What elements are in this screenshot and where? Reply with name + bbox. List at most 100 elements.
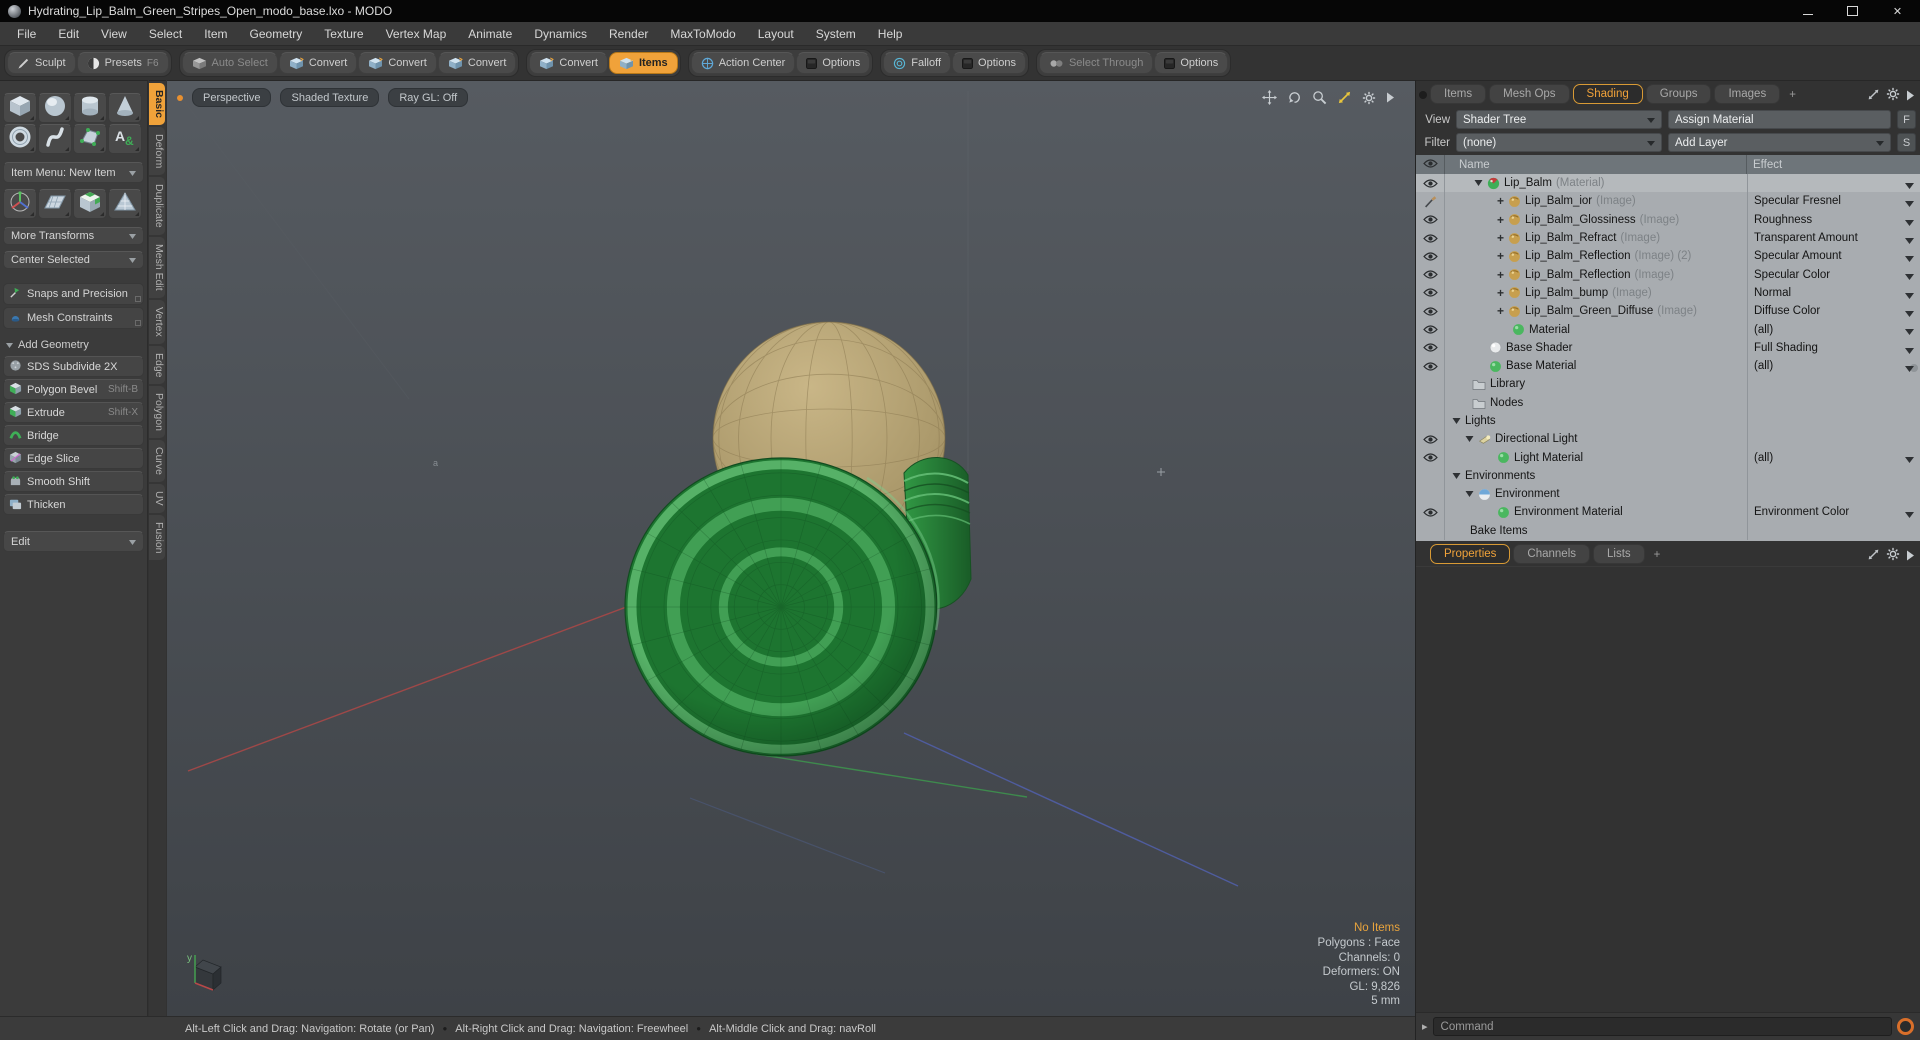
effect-dropdown-icon[interactable]	[1905, 253, 1914, 265]
perspective-button[interactable]: Perspective	[192, 88, 272, 107]
tree-row-lip-balm-ior[interactable]: + Lip_Balm_ior (Image) Specular Fresnel	[1416, 192, 1920, 211]
effect-dropdown-icon[interactable]	[1905, 454, 1914, 466]
tree-row-base-shader[interactable]: Base Shader Full Shading	[1416, 338, 1920, 357]
visibility-eye-icon[interactable]	[1416, 430, 1445, 449]
smooth-shift-button[interactable]: Smooth Shift	[3, 471, 144, 492]
collapse-triangle-icon[interactable]	[1452, 472, 1461, 480]
tree-row-lip-balm-reflection[interactable]: + Lip_Balm_Reflection (Image) Specular Colo…	[1416, 265, 1920, 284]
tab-fusion[interactable]: Fusion	[149, 514, 165, 561]
visibility-eye-icon[interactable]	[1416, 503, 1445, 522]
panel-menu-arrow-icon[interactable]	[1906, 548, 1915, 566]
effect-dropdown-icon[interactable]	[1905, 509, 1914, 521]
gizmo-primitive-button[interactable]	[3, 189, 37, 219]
torus-primitive-button[interactable]	[3, 124, 37, 154]
command-history-icon[interactable]	[1897, 1018, 1914, 1035]
presets-button[interactable]: Presets F6	[76, 52, 169, 74]
tab-mesh-ops[interactable]: Mesh Ops	[1489, 84, 1570, 104]
edit-dropdown[interactable]: Edit	[3, 531, 144, 552]
snaps-and-precision-button[interactable]: Snaps and Precision	[3, 283, 144, 305]
convert-button[interactable]: Convert	[529, 52, 608, 74]
expand-panel-icon[interactable]	[1867, 548, 1880, 566]
expand-plus-icon[interactable]: +	[1497, 195, 1504, 207]
thicken-button[interactable]: Thicken	[3, 494, 144, 515]
visibility-eye-icon[interactable]	[1416, 283, 1445, 303]
convert-button[interactable]: Convert	[437, 52, 517, 74]
tree-row-nodes[interactable]: Nodes	[1416, 393, 1920, 412]
panel-gear-icon[interactable]	[1886, 87, 1900, 106]
effect-dropdown-icon[interactable]	[1905, 217, 1914, 229]
close-button[interactable]: ✕	[1875, 0, 1920, 22]
sds-subdivide-2x-button[interactable]: SDS Subdivide 2X	[3, 356, 144, 377]
tree-row-lip-balm-green-diffuse[interactable]: + Lip_Balm_Green_Diffuse (Image) Diffuse Co…	[1416, 302, 1920, 321]
viewport-thumb-icon[interactable]	[177, 94, 183, 101]
visibility-eye-icon[interactable]	[1416, 210, 1445, 229]
tree-row-environment[interactable]: Environment	[1416, 485, 1920, 504]
falloff-button[interactable]: Falloff	[883, 52, 952, 74]
auto-select-button[interactable]: Auto Select	[181, 52, 278, 74]
tree-row-lip-balm-reflection[interactable]: + Lip_Balm_Reflection (Image) (2) Specular …	[1416, 247, 1920, 266]
tab-channels[interactable]: Channels	[1513, 544, 1591, 564]
items-button[interactable]: Items	[608, 52, 678, 74]
tab-lists[interactable]: Lists	[1593, 544, 1645, 564]
pen-primitive-button[interactable]	[73, 124, 107, 154]
effect-dropdown-icon[interactable]	[1905, 271, 1914, 283]
pan-icon[interactable]	[1262, 90, 1277, 105]
name-column-header[interactable]: Name	[1445, 159, 1746, 171]
visibility-eye-icon[interactable]	[1416, 228, 1445, 248]
visibility-eye-icon[interactable]	[1416, 448, 1445, 467]
tab-[interactable]: +	[1648, 546, 1667, 564]
tree-row-lights[interactable]: Lights	[1416, 411, 1920, 431]
text-primitive-button[interactable]: A &	[108, 124, 142, 154]
effect-dropdown-icon[interactable]	[1905, 345, 1914, 357]
tree-row-lip-balm[interactable]: Lip_Balm (Material)	[1416, 174, 1920, 193]
tree-row-bake-items[interactable]: Bake Items	[1416, 521, 1920, 540]
effect-dropdown-icon[interactable]	[1905, 326, 1914, 338]
viewport-canvas[interactable]: a y	[167, 81, 1415, 1017]
item-menu-dropdown[interactable]: Item Menu: New Item	[3, 162, 144, 183]
tree-row-environments[interactable]: Environments	[1416, 466, 1920, 486]
visibility-eye-icon[interactable]	[1416, 338, 1445, 357]
menu-geometry[interactable]: Geometry	[239, 27, 314, 41]
select-through-button[interactable]: Select Through	[1038, 52, 1154, 74]
tab-[interactable]: +	[1783, 86, 1802, 104]
tab-deform[interactable]: Deform	[149, 127, 165, 176]
rotate-icon[interactable]	[1287, 90, 1302, 105]
options-button[interactable]: Options	[796, 52, 871, 74]
visibility-eye-icon[interactable]	[1416, 174, 1445, 193]
cyl-primitive-button[interactable]	[73, 93, 107, 123]
ray-gl-button[interactable]: Ray GL: Off	[388, 88, 469, 107]
maximize-button[interactable]	[1830, 0, 1875, 22]
edge-slice-button[interactable]: Edge Slice	[3, 448, 144, 469]
expand-plus-icon[interactable]: +	[1497, 287, 1504, 299]
cube-primitive-button[interactable]	[3, 93, 37, 123]
menu-item[interactable]: Item	[193, 27, 238, 41]
visibility-eye-icon[interactable]	[1416, 320, 1445, 339]
cone-primitive-button[interactable]	[108, 93, 142, 123]
add-geometry-section-header[interactable]: Add Geometry	[6, 339, 141, 351]
tab-vertex[interactable]: Vertex	[149, 299, 165, 344]
effect-dropdown-icon[interactable]	[1905, 198, 1914, 210]
tree-row-material[interactable]: Material (all)	[1416, 320, 1920, 339]
effect-dropdown-icon[interactable]	[1905, 308, 1914, 320]
visibility-eye-icon[interactable]	[1416, 302, 1445, 321]
mesh-constraints-button[interactable]: Mesh Constraints	[3, 307, 144, 329]
paint-brush-icon[interactable]	[1416, 192, 1445, 211]
expand-panel-icon[interactable]	[1867, 88, 1880, 106]
tree-row-lip-balm-bump[interactable]: + Lip_Balm_bump (Image) Normal	[1416, 283, 1920, 303]
tab-images[interactable]: Images	[1714, 84, 1781, 104]
expand-plus-icon[interactable]: +	[1497, 232, 1504, 244]
extrude-button[interactable]: Extrude Shift-X	[3, 402, 144, 423]
collapse-triangle-icon[interactable]	[1474, 179, 1483, 187]
collapse-triangle-icon[interactable]	[1452, 417, 1461, 425]
collapse-triangle-icon[interactable]	[1465, 490, 1474, 498]
expand-plus-icon[interactable]: +	[1497, 269, 1504, 281]
effect-dropdown-icon[interactable]	[1905, 180, 1914, 192]
bridge-button[interactable]: Bridge	[3, 425, 144, 446]
menu-system[interactable]: System	[805, 27, 867, 41]
tab-shading[interactable]: Shading	[1572, 84, 1643, 104]
f-button[interactable]: F	[1897, 110, 1916, 129]
effect-dropdown-icon[interactable]	[1905, 363, 1914, 375]
tab-duplicate[interactable]: Duplicate	[149, 177, 165, 236]
tree-row-directional-light[interactable]: Directional Light	[1416, 430, 1920, 449]
effect-dropdown-icon[interactable]	[1905, 235, 1914, 247]
